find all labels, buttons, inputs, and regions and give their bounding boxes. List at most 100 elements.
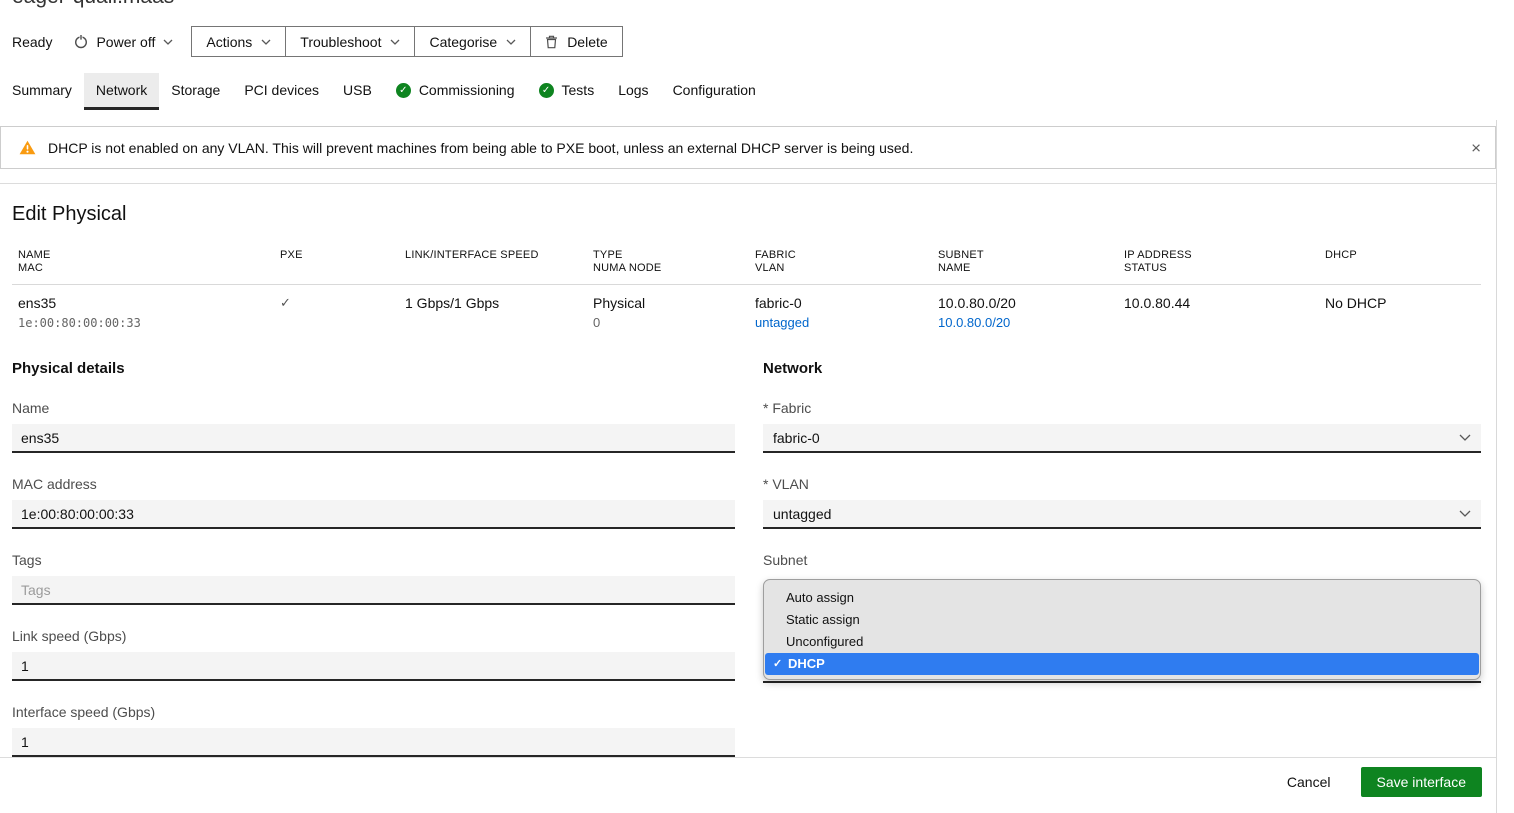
cell-type-numa: Physical 0 bbox=[593, 294, 755, 331]
cell-dhcp: No DHCP bbox=[1325, 294, 1481, 331]
interface-speed-field-group: Interface speed (Gbps) bbox=[12, 704, 735, 757]
name-label: Name bbox=[12, 400, 735, 417]
chevron-down-icon bbox=[390, 39, 400, 45]
tab-label: Tests bbox=[562, 82, 595, 98]
mac-field-group: MAC address bbox=[12, 476, 735, 529]
network-heading: Network bbox=[763, 360, 1481, 377]
subnet-link[interactable]: 10.0.80.0/20 bbox=[938, 315, 1010, 330]
page-title-clipped: eager-quail.maas bbox=[12, 0, 174, 9]
subnet-option-static-assign[interactable]: Static assign bbox=[764, 609, 1480, 631]
vlan-link[interactable]: untagged bbox=[755, 315, 809, 330]
cancel-button[interactable]: Cancel bbox=[1287, 774, 1331, 790]
interface-speed-label: Interface speed (Gbps) bbox=[12, 704, 735, 721]
chevron-down-icon bbox=[261, 39, 271, 45]
col-ip-status: IP ADDRESSSTATUS bbox=[1124, 249, 1325, 275]
actions-menu-button[interactable]: Actions bbox=[192, 27, 285, 56]
mac-address-field[interactable] bbox=[12, 500, 735, 529]
name-field[interactable] bbox=[12, 424, 735, 453]
delete-button[interactable]: Delete bbox=[530, 27, 621, 56]
pxe-check-icon: ✓ bbox=[280, 294, 405, 312]
subnet-option-dhcp[interactable]: ✓ DHCP bbox=[765, 653, 1479, 675]
subnet-option-unconfigured[interactable]: Unconfigured bbox=[764, 631, 1480, 653]
machine-tab-bar: Summary Network Storage PCI devices USB … bbox=[0, 73, 768, 110]
subnet-option-label: DHCP bbox=[788, 653, 825, 675]
tab-tests[interactable]: ✓ Tests bbox=[527, 73, 607, 110]
machine-actions-group: Actions Troubleshoot Categorise Delete bbox=[191, 26, 622, 57]
form-footer: Cancel Save interface bbox=[1287, 767, 1482, 797]
subnet-label: Subnet bbox=[763, 552, 1481, 569]
tab-label: Summary bbox=[12, 82, 72, 98]
vlan-select[interactable]: untagged bbox=[763, 500, 1481, 529]
tab-configuration[interactable]: Configuration bbox=[661, 73, 768, 110]
col-fabric-vlan: FABRICVLAN bbox=[755, 249, 938, 275]
chevron-down-icon bbox=[506, 39, 516, 45]
interface-table: NAMEMAC PXE LINK/INTERFACE SPEED TYPENUM… bbox=[12, 249, 1481, 331]
power-icon bbox=[74, 34, 88, 49]
col-pxe: PXE bbox=[280, 249, 405, 275]
success-check-icon: ✓ bbox=[539, 83, 554, 98]
link-speed-field-group: Link speed (Gbps) bbox=[12, 628, 735, 681]
power-menu-button[interactable]: Power off bbox=[74, 34, 173, 50]
tags-field-group: Tags bbox=[12, 552, 735, 605]
selected-check-icon: ✓ bbox=[773, 653, 787, 675]
tags-label: Tags bbox=[12, 552, 735, 569]
col-type-numa: TYPENUMA NODE bbox=[593, 249, 755, 275]
tab-pci-devices[interactable]: PCI devices bbox=[232, 73, 331, 110]
vlan-selected-value: untagged bbox=[773, 506, 831, 522]
fabric-label: * Fabric bbox=[763, 400, 1481, 417]
power-label: Power off bbox=[96, 34, 155, 50]
table-row: ens35 1e:00:80:00:00:33 ✓ 1 Gbps/1 Gbps … bbox=[12, 294, 1481, 331]
categorise-label: Categorise bbox=[429, 34, 497, 50]
tab-label: USB bbox=[343, 82, 372, 98]
fabric-selected-value: fabric-0 bbox=[773, 430, 820, 446]
vlan-label: * VLAN bbox=[763, 476, 1481, 493]
machine-toolbar: Ready Power off Actions Troubleshoot Cat… bbox=[12, 26, 623, 57]
interface-mac: 1e:00:80:00:00:33 bbox=[18, 315, 280, 331]
name-field-group: Name bbox=[12, 400, 735, 453]
delete-label: Delete bbox=[567, 34, 607, 50]
link-speed-field[interactable] bbox=[12, 652, 735, 681]
footer-divider bbox=[0, 757, 1496, 758]
page-title: eager-quail.maas bbox=[12, 0, 174, 9]
save-interface-button[interactable]: Save interface bbox=[1361, 767, 1483, 797]
tab-label: Logs bbox=[618, 82, 648, 98]
tab-label: PCI devices bbox=[244, 82, 319, 98]
cell-fabric-vlan: fabric-0 untagged bbox=[755, 294, 938, 331]
status-badge: Ready bbox=[12, 34, 52, 50]
trash-icon bbox=[545, 35, 558, 49]
dhcp-warning-banner: DHCP is not enabled on any VLAN. This wi… bbox=[0, 126, 1496, 169]
troubleshoot-menu-button[interactable]: Troubleshoot bbox=[285, 27, 414, 56]
tags-field[interactable] bbox=[12, 576, 735, 605]
tab-summary[interactable]: Summary bbox=[0, 73, 84, 110]
col-subnet-name: SUBNETNAME bbox=[938, 249, 1124, 275]
subnet-field-group: Subnet Auto assign Static assign Unconfi… bbox=[763, 552, 1481, 683]
col-link-speed: LINK/INTERFACE SPEED bbox=[405, 249, 593, 275]
machine-details-page: eager-quail.maas Ready Power off Actions… bbox=[0, 0, 1514, 813]
tab-label: Network bbox=[96, 82, 147, 98]
tab-logs[interactable]: Logs bbox=[606, 73, 660, 110]
chevron-down-icon bbox=[163, 39, 173, 45]
fabric-select[interactable]: fabric-0 bbox=[763, 424, 1481, 453]
col-name-mac: NAMEMAC bbox=[18, 249, 280, 275]
chevron-down-icon bbox=[1459, 434, 1471, 441]
physical-details-heading: Physical details bbox=[12, 360, 735, 377]
tab-storage[interactable]: Storage bbox=[159, 73, 232, 110]
tab-network[interactable]: Network bbox=[84, 73, 159, 110]
tab-commissioning[interactable]: ✓ Commissioning bbox=[384, 73, 527, 110]
subnet-option-auto-assign[interactable]: Auto assign bbox=[764, 587, 1480, 609]
tab-label: Configuration bbox=[673, 82, 756, 98]
success-check-icon: ✓ bbox=[396, 83, 411, 98]
interface-table-header: NAMEMAC PXE LINK/INTERFACE SPEED TYPENUM… bbox=[12, 249, 1481, 285]
interface-speed-field[interactable] bbox=[12, 728, 735, 757]
fabric-field-group: * Fabric fabric-0 bbox=[763, 400, 1481, 453]
close-icon[interactable]: × bbox=[1471, 139, 1481, 156]
categorise-menu-button[interactable]: Categorise bbox=[414, 27, 530, 56]
content-right-edge bbox=[1496, 120, 1497, 813]
subnet-select-underline bbox=[763, 681, 1481, 683]
tab-usb[interactable]: USB bbox=[331, 73, 384, 110]
warning-message: DHCP is not enabled on any VLAN. This wi… bbox=[48, 140, 913, 156]
network-form: Network * Fabric fabric-0 * VLAN untagge… bbox=[763, 360, 1481, 683]
cell-pxe: ✓ bbox=[280, 294, 405, 331]
link-speed-label: Link speed (Gbps) bbox=[12, 628, 735, 645]
warning-icon bbox=[19, 140, 36, 155]
